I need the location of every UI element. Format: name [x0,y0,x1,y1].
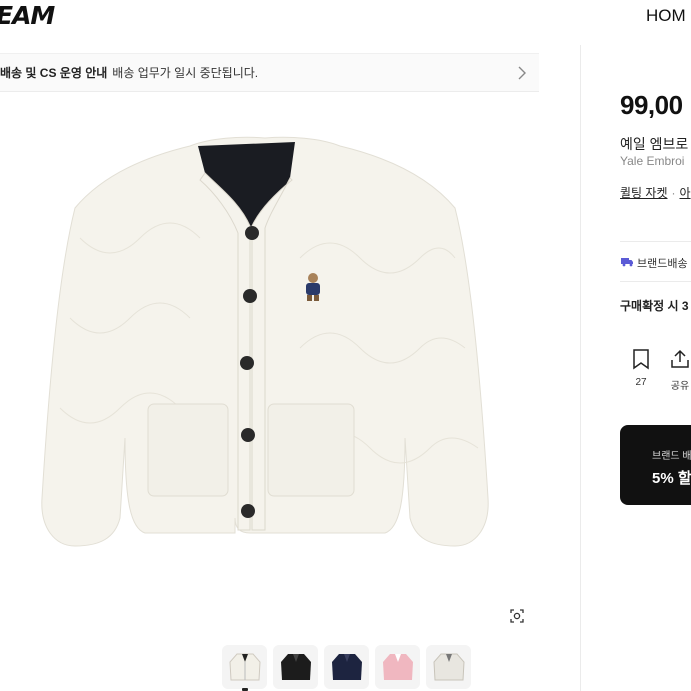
thumbnail-strip [222,645,471,689]
product-tags: 퀼팅 자켓 · 아 [620,186,691,200]
zoom-button[interactable] [503,604,531,632]
purchase-confirm-text: 구매확정 시 3 [620,299,689,313]
product-image [41,136,489,547]
share-button[interactable]: 공유 [669,348,691,392]
tag-link[interactable]: 퀼팅 자켓 [620,186,668,200]
column-divider [580,45,581,691]
thumbnail-gray[interactable] [426,645,471,689]
divider [620,281,691,282]
bookmark-icon [630,348,652,375]
product-name-en: Yale Embroi [620,154,685,168]
thumbnail-pink[interactable] [375,645,420,689]
notice-title: 배송 및 CS 운영 안내 [0,66,108,80]
notice-banner[interactable]: 배송 및 CS 운영 안내 배송 업무가 일시 중단됩니다. [0,53,539,92]
divider [620,241,691,242]
thumbnail-ivory[interactable] [222,645,267,689]
product-price: 99,00 [620,90,683,120]
notice-text: 배송 업무가 일시 중단됩니다. [112,66,259,80]
bookmark-count: 27 [635,377,647,388]
thumbnail-navy[interactable] [324,645,369,689]
share-icon [669,348,691,375]
bookmark-button[interactable]: 27 [630,348,652,388]
site-logo[interactable]: EAM [0,1,55,30]
banner-line1: 브랜드 배 [652,451,691,462]
nav-home-link[interactable]: HOM [646,6,686,26]
delivery-label: 브랜드배송 [637,258,688,270]
tag-link[interactable]: 아 [680,186,691,200]
banner-line2: 5% 할 [652,470,691,487]
truck-icon [620,256,634,270]
product-name-ko: 예일 엠브로 [620,136,689,152]
zoom-icon [509,608,525,629]
thumbnail-black[interactable] [273,645,318,689]
delivery-info: 브랜드배송 [620,255,688,271]
share-label: 공유 [670,381,690,392]
brand-promo-banner[interactable]: 브랜드 배 5% 할 [620,425,691,505]
chevron-right-icon [517,65,527,84]
